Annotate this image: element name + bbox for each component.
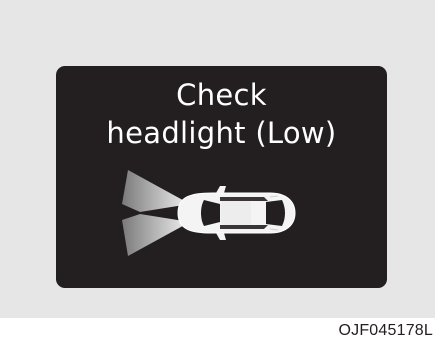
warning-title: Check [176, 78, 267, 112]
car-headlight-beam-icon [120, 164, 300, 264]
warning-subtitle: headlight (Low) [106, 116, 337, 150]
cluster-display: Check headlight (Low) [56, 66, 387, 288]
figure-code-caption: OJF045178L [338, 322, 433, 339]
